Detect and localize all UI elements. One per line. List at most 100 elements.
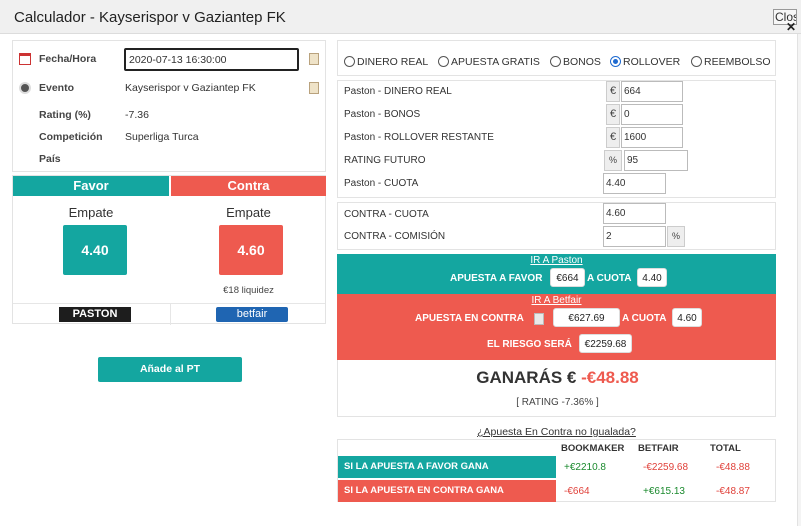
paston-cuota-label: Paston - CUOTA <box>344 178 419 189</box>
odds-panel: Favor Contra Empate Empate 4.40 4.60 €18… <box>12 175 326 325</box>
competicion-value: Superliga Turca <box>125 131 199 143</box>
copy-icon[interactable] <box>309 82 319 94</box>
betfair-band: IR A Betfair APUESTA EN CONTRA €627.69 A… <box>337 294 776 360</box>
table-cell-total: -€48.88 <box>716 462 750 473</box>
radio-bonos[interactable]: BONOS <box>550 56 601 68</box>
cuota-label: A CUOTA <box>587 273 632 284</box>
soccer-ball-icon <box>19 82 31 94</box>
competicion-label: Competición <box>39 131 103 143</box>
radio-rollover[interactable]: ROLLOVER <box>610 56 680 68</box>
table-cell-total: -€48.87 <box>716 486 750 497</box>
apuesta-contra-cuota: 4.60 <box>672 308 702 327</box>
paston-cuota-input[interactable] <box>603 173 666 194</box>
fecha-row: Fecha/Hora <box>13 48 325 71</box>
contra-header: Contra <box>171 176 326 196</box>
window-title: Calculador - Kayserispor v Gaziantep FK <box>14 9 286 26</box>
contra-fields-panel: CONTRA - CUOTA CONTRA - COMISIÓN % <box>337 202 776 250</box>
radio-dinero-real[interactable]: DINERO REAL <box>344 56 428 68</box>
rating-row: Rating (%) -7.36 <box>13 107 325 125</box>
apuesta-favor-label: APUESTA A FAVOR <box>450 273 543 284</box>
column-header-bookmaker: BOOKMAKER <box>561 443 625 454</box>
calendar-icon <box>19 53 31 65</box>
table-row-label: SI LA APUESTA A FAVOR GANA <box>338 456 556 478</box>
ganaras-line: GANARÁS € -€48.88 <box>338 368 777 388</box>
radio-apuesta-gratis[interactable]: APUESTA GRATIS <box>438 56 540 68</box>
euro-icon: € <box>606 81 620 102</box>
paston-logo[interactable]: PASTON <box>59 307 131 322</box>
apuesta-contra-label: APUESTA EN CONTRA <box>415 313 524 324</box>
favor-odd[interactable]: 4.40 <box>63 225 127 275</box>
contra-selection: Empate <box>226 205 271 220</box>
add-to-pt-button[interactable]: Añade al PT <box>98 357 242 382</box>
radio-dot-icon[interactable] <box>691 56 702 67</box>
rollover-label: Paston - ROLLOVER RESTANTE <box>344 132 494 143</box>
liquidez-text: €18 liquidez <box>223 285 274 296</box>
table-cell-betfair: +€615.13 <box>643 486 685 497</box>
column-header-total: TOTAL <box>710 443 741 454</box>
favor-header: Favor <box>13 176 169 196</box>
result-rating: [ RATING -7.36% ] <box>516 397 599 408</box>
pais-label: País <box>39 153 61 165</box>
apuesta-favor-cuota: 4.40 <box>637 268 667 287</box>
radio-dot-icon[interactable] <box>550 56 561 67</box>
bookmaker-logos: PASTON betfair <box>13 303 325 325</box>
paston-link[interactable]: IR A Paston <box>337 255 776 266</box>
dinero-real-label: Paston - DINERO REAL <box>344 86 452 97</box>
radio-reembolso[interactable]: REEMBOLSO <box>691 56 771 68</box>
ganaras-label: GANARÁS € <box>476 368 577 387</box>
percent-icon: % <box>667 226 685 247</box>
bonos-input[interactable] <box>621 104 683 125</box>
contra-odd[interactable]: 4.60 <box>219 225 283 275</box>
title-bar: Calculador - Kayserispor v Gaziantep FK … <box>0 0 801 34</box>
dinero-real-input[interactable] <box>621 81 683 102</box>
column-header-betfair: BETFAIR <box>638 443 679 454</box>
euro-icon: € <box>606 104 620 125</box>
evento-value: Kayserispor v Gaziantep FK <box>125 82 256 94</box>
radio-label: DINERO REAL <box>357 56 429 68</box>
paston-band: IR A Paston APUESTA A FAVOR €664 A CUOTA… <box>337 254 776 294</box>
rollover-input[interactable] <box>621 127 683 148</box>
rating-futuro-label: RATING FUTURO <box>344 155 426 166</box>
evento-row: Evento Kayserispor v Gaziantep FK <box>13 80 325 98</box>
fecha-label: Fecha/Hora <box>39 53 97 65</box>
evento-label: Evento <box>39 82 75 94</box>
unmatched-bet-link[interactable]: ¿Apuesta En Contra no Igualada? <box>337 426 776 438</box>
betfair-logo[interactable]: betfair <box>216 307 288 322</box>
bet-type-radios: DINERO REAL APUESTA GRATIS BONOS ROLLOVE… <box>337 40 776 76</box>
event-info-panel: Fecha/Hora Evento Kayserispor v Gaziante… <box>12 40 326 172</box>
table-cell-bookmaker: -€664 <box>564 486 590 497</box>
apuesta-contra-value: €627.69 <box>553 308 620 327</box>
rating-label: Rating (%) <box>39 109 91 121</box>
favor-selection: Empate <box>68 205 114 220</box>
betfair-link[interactable]: IR A Betfair <box>337 295 776 306</box>
radio-dot-icon[interactable] <box>438 56 449 67</box>
paston-fields-panel: Paston - DINERO REAL € Paston - BONOS € … <box>337 80 776 198</box>
copy-icon[interactable] <box>309 53 319 65</box>
table-row-label: SI LA APUESTA EN CONTRA GANA <box>338 480 556 502</box>
rating-futuro-input[interactable] <box>624 150 688 171</box>
contra-cuota-input[interactable] <box>603 203 666 224</box>
riesgo-value: €2259.68 <box>579 334 632 353</box>
radio-label: REEMBOLSO <box>704 56 771 68</box>
table-cell-betfair: -€2259.68 <box>643 462 689 473</box>
fecha-input[interactable] <box>124 48 299 71</box>
apuesta-favor-value: €664 <box>550 268 585 287</box>
scrollbar[interactable] <box>797 34 801 526</box>
ganaras-amount: -€48.88 <box>581 368 639 387</box>
rating-value: -7.36 <box>125 109 149 121</box>
close-icon[interactable]: ✕ <box>786 20 796 34</box>
copy-icon[interactable] <box>534 313 544 325</box>
radio-label: APUESTA GRATIS <box>451 56 540 68</box>
outcomes-table: BOOKMAKER BETFAIR TOTAL SI LA APUESTA A … <box>337 439 776 502</box>
radio-dot-selected-icon[interactable] <box>610 56 621 67</box>
radio-dot-icon[interactable] <box>344 56 355 67</box>
contra-cuota-label: CONTRA - CUOTA <box>344 209 429 220</box>
logo-divider <box>170 304 171 325</box>
euro-icon: € <box>606 127 620 148</box>
table-cell-bookmaker: +€2210.8 <box>564 462 606 473</box>
cuota-label: A CUOTA <box>622 313 667 324</box>
contra-comision-input[interactable] <box>603 226 666 247</box>
radio-label: ROLLOVER <box>623 56 681 68</box>
riesgo-label: EL RIESGO SERÁ <box>487 339 572 350</box>
competicion-row: Competición Superliga Turca <box>13 129 325 147</box>
